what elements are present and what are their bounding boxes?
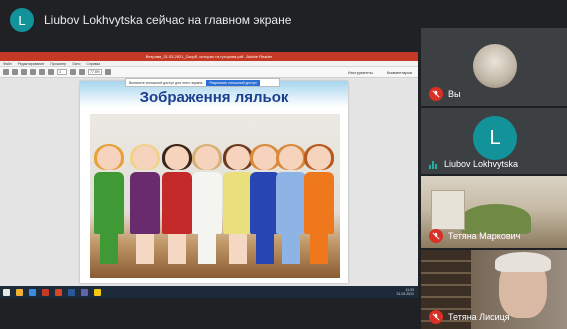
window-background <box>431 190 465 230</box>
taskbar-clock: 11:03 31.03.2021 <box>396 288 418 296</box>
zoom-field[interactable]: 77,5% <box>88 69 102 75</box>
document-area: Зображення ляльок <box>0 79 418 286</box>
doll-purple <box>130 144 160 264</box>
mic-off-icon <box>429 229 443 243</box>
reader-icon[interactable] <box>42 288 49 296</box>
presenting-text: Liubov Lokhvytska сейчас на главном экра… <box>44 13 292 27</box>
email-icon[interactable] <box>30 69 36 75</box>
start-icon[interactable] <box>3 288 10 296</box>
participant-name: Тетяна Маркович <box>448 231 521 241</box>
prev-page-icon[interactable] <box>39 69 45 75</box>
open-icon[interactable] <box>3 69 9 75</box>
word-icon[interactable] <box>68 288 75 296</box>
print-icon[interactable] <box>21 69 27 75</box>
participant-tile-presenter[interactable]: L Liubov Lokhvytska <box>421 108 567 174</box>
save-icon[interactable] <box>12 69 18 75</box>
reader-toolbar: 4 77,5% Инструменты Комментарии <box>0 67 418 78</box>
doll-red <box>162 144 192 264</box>
reader-title-bar: Ветрова_31.03.2021_Скорб, историс та гут… <box>0 52 418 61</box>
participant-name: Liubov Lokhvytska <box>444 159 519 169</box>
powerpoint-icon[interactable] <box>55 288 62 296</box>
toolbar-right: Инструменты Комментарии <box>348 70 418 75</box>
explorer-icon[interactable] <box>16 288 23 296</box>
participant-name: Тетяна Лисиця <box>448 312 510 322</box>
self-avatar <box>473 44 517 88</box>
presenter-tile-avatar: L <box>473 116 517 160</box>
doll-green <box>94 144 124 264</box>
participant-hair <box>495 252 551 272</box>
pdf-slide: Зображення ляльок <box>80 81 348 283</box>
presenter-avatar: L <box>10 8 34 32</box>
chrome-icon[interactable] <box>94 288 101 296</box>
participant-name: Вы <box>448 89 461 99</box>
meet-window: L Liubov Lokhvytska сейчас на главном эк… <box>0 0 567 329</box>
next-page-icon[interactable] <box>48 69 54 75</box>
page-number-field[interactable]: 4 <box>57 69 67 75</box>
menu-item-window[interactable]: Окно <box>72 62 80 66</box>
slide-title: Зображення ляльок <box>139 89 289 106</box>
notice-text: Включите сплошной доступ для этого экран… <box>129 80 203 85</box>
mic-off-icon <box>429 87 443 101</box>
doll-white <box>192 144 222 264</box>
clock-date: 31.03.2021 <box>396 292 414 296</box>
menu-item-file[interactable]: Файл <box>3 62 12 66</box>
windows-taskbar: 11:03 31.03.2021 <box>0 286 418 298</box>
tools-link[interactable]: Инструменты <box>348 70 373 75</box>
mic-off-icon <box>429 310 443 324</box>
teams-icon[interactable] <box>81 288 88 296</box>
doll-light-blue <box>276 144 306 264</box>
menu-item-view[interactable]: Просмотр <box>50 62 66 66</box>
doll-orange <box>304 144 334 264</box>
sharing-notice: Включите сплошной доступ для этого экран… <box>125 78 280 87</box>
zoom-in-icon[interactable] <box>79 69 85 75</box>
speaking-indicator-icon <box>429 159 439 169</box>
menu-item-edit[interactable]: Редактирование <box>18 62 45 66</box>
comments-link[interactable]: Комментарии <box>387 70 412 75</box>
notice-allow-button[interactable]: Разрешить сплошной доступ <box>206 79 260 86</box>
dolls-photo <box>90 114 340 278</box>
browser-icon[interactable] <box>29 288 36 296</box>
zoom-out-icon[interactable] <box>70 69 76 75</box>
participant-tile-self[interactable]: Вы <box>421 28 567 106</box>
doll-yellow <box>223 144 253 264</box>
menu-item-help[interactable]: Справка <box>86 62 100 66</box>
shared-screen: Ветрова_31.03.2021_Скорб, историс та гут… <box>0 52 418 298</box>
participant-tile-lysytsia[interactable]: Тетяна Лисиця <box>421 250 567 329</box>
fit-page-icon[interactable] <box>104 69 111 75</box>
participant-tile-markovych[interactable]: Тетяна Маркович <box>421 176 567 248</box>
